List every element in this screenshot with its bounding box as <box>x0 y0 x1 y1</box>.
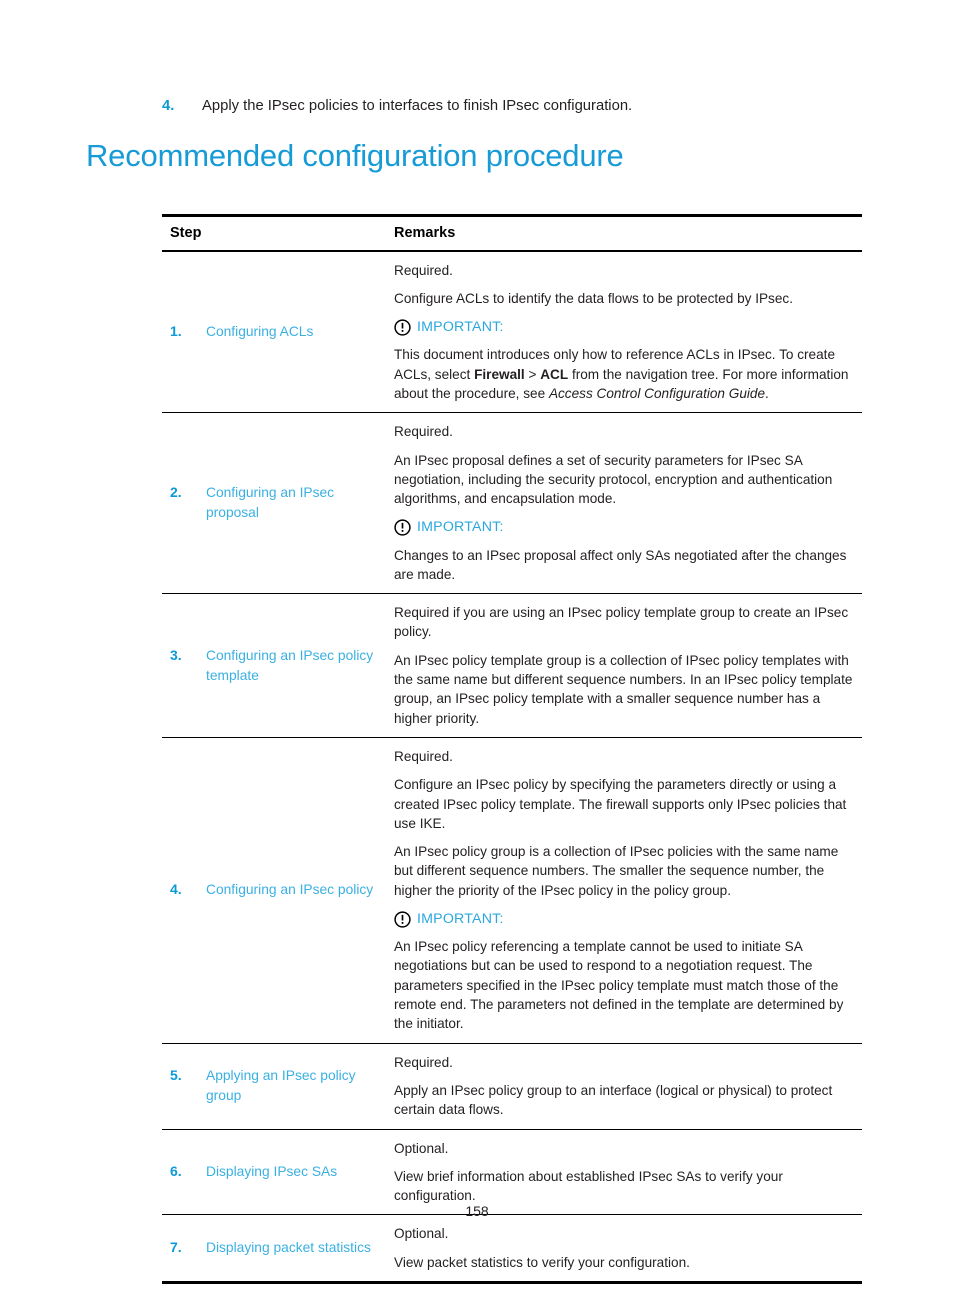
remarks-cell: Optional. View packet statistics to verif… <box>380 1215 862 1281</box>
step-cell-inner: 7. Displaying packet statistics <box>170 1238 380 1258</box>
table-row: 1. Configuring ACLs Required. Configure ACL… <box>162 250 862 414</box>
step-cell-inner: 3. Configuring an IPsec policy template <box>170 646 380 686</box>
text-run: . <box>765 385 769 401</box>
step-number: 2. <box>170 484 182 501</box>
text-run: > <box>524 366 541 382</box>
procedure-table: Step Remarks 1. Configuring ACLs Required.… <box>162 217 862 1281</box>
step-number: 6. <box>170 1162 182 1179</box>
step-number: 4. <box>170 881 182 898</box>
remarks-cell: Required. Configure ACLs to identify the … <box>380 250 862 414</box>
step-cell: 4. Configuring an IPsec policy <box>162 737 380 1044</box>
remarks-paragraph: View packet statistics to verify your co… <box>394 1254 690 1270</box>
exclamation-circle-icon <box>394 319 411 336</box>
important-note: IMPORTANT: <box>394 517 856 537</box>
step-link[interactable]: Applying an IPsec policy group <box>206 1066 380 1106</box>
important-label: IMPORTANT: <box>417 519 504 536</box>
step-number: 7. <box>170 1239 182 1256</box>
important-note: IMPORTANT: <box>394 909 856 929</box>
italic-title: Access Control Configuration Guide <box>548 385 766 401</box>
remarks-paragraph: Required if you are using an IPsec polic… <box>394 605 849 640</box>
step-cell-inner: 2. Configuring an IPsec proposal <box>170 483 380 523</box>
step-link[interactable]: Displaying IPsec SAs <box>206 1162 337 1182</box>
table-row: 7. Displaying packet statistics Optional. V… <box>162 1215 862 1281</box>
column-header-step: Step <box>162 217 380 252</box>
step-number: 3. <box>170 646 182 663</box>
important-label: IMPORTANT: <box>417 319 504 336</box>
step-cell: 2. Configuring an IPsec proposal <box>162 412 380 595</box>
step-link[interactable]: Displaying packet statistics <box>206 1238 371 1258</box>
step-cell: 3. Configuring an IPsec policy template <box>162 593 380 738</box>
table-body: 1. Configuring ACLs Required. Configure ACL… <box>162 250 862 1281</box>
remarks-paragraph: Required. <box>394 424 453 440</box>
step-number: 5. <box>170 1067 182 1084</box>
bold-term: ACL <box>540 366 569 382</box>
step-text: Apply the IPsec policies to interfaces t… <box>202 98 633 114</box>
remarks-paragraph: Required. <box>394 262 453 278</box>
remarks-paragraph: This document introduces only how to ref… <box>394 345 856 403</box>
remarks-paragraph: An IPsec policy template group is a coll… <box>394 652 853 726</box>
step-link[interactable]: Configuring an IPsec policy <box>206 880 373 900</box>
step-cell: 5. Applying an IPsec policy group <box>162 1043 380 1130</box>
column-header-remarks: Remarks <box>380 217 862 252</box>
remarks-paragraph: Changes to an IPsec proposal affect only… <box>394 547 847 582</box>
table-row: 4. Configuring an IPsec policy Required. Co… <box>162 737 862 1044</box>
step-cell-inner: 1. Configuring ACLs <box>170 322 380 342</box>
remarks-paragraph: Optional. <box>394 1140 449 1156</box>
remarks-paragraph: View brief information about established… <box>394 1168 783 1204</box>
step-cell-inner: 6. Displaying IPsec SAs <box>170 1162 380 1182</box>
table-row: 3. Configuring an IPsec policy template Re… <box>162 593 862 738</box>
table-bottom-rule <box>162 1281 862 1285</box>
remarks-paragraph: Configure ACLs to identify the data flow… <box>394 290 793 306</box>
step-cell: 7. Displaying packet statistics <box>162 1215 380 1281</box>
step-link[interactable]: Configuring ACLs <box>206 322 313 342</box>
table-header: Step Remarks <box>162 217 862 252</box>
step-number: 4. <box>162 98 175 114</box>
important-note: IMPORTANT: <box>394 317 856 337</box>
step-link[interactable]: Configuring an IPsec proposal <box>206 483 380 523</box>
numbered-step-item: 4. Apply the IPsec policies to interface… <box>162 96 862 117</box>
remarks-paragraph: Required. <box>394 1054 453 1070</box>
table-row: 5. Applying an IPsec policy group Required… <box>162 1043 862 1130</box>
remarks-paragraph: Configure an IPsec policy by specifying … <box>394 777 847 831</box>
page-title: Recommended configuration procedure <box>86 138 624 173</box>
document-page: 4. Apply the IPsec policies to interface… <box>0 0 954 1296</box>
table-row: 2. Configuring an IPsec proposal Required.… <box>162 412 862 595</box>
important-label: IMPORTANT: <box>417 911 504 928</box>
remarks-paragraph: Required. <box>394 748 453 764</box>
remarks-paragraph: Optional. <box>394 1226 449 1242</box>
table-header-row: Step Remarks <box>162 217 862 252</box>
exclamation-circle-icon <box>394 910 411 928</box>
remarks-paragraph: An IPsec policy group is a collection of… <box>394 844 839 898</box>
procedure-table-wrapper: Step Remarks 1. Configuring ACLs Required.… <box>162 214 862 1285</box>
step-cell: 1. Configuring ACLs <box>162 250 380 414</box>
step-link[interactable]: Configuring an IPsec policy template <box>206 646 380 686</box>
remarks-cell: Required. Configure an IPsec policy by sp… <box>380 737 862 1044</box>
remarks-paragraph: An IPsec proposal defines a set of secur… <box>394 452 833 507</box>
remarks-paragraph: An IPsec policy referencing a template c… <box>394 939 844 1032</box>
step-cell-inner: 4. Configuring an IPsec policy <box>170 880 380 900</box>
remarks-cell: Required. An IPsec proposal defines a set… <box>380 412 862 595</box>
remarks-cell: Required. Apply an IPsec policy group to … <box>380 1043 862 1130</box>
step-cell-inner: 5. Applying an IPsec policy group <box>170 1066 380 1106</box>
step-number: 1. <box>170 322 182 339</box>
remarks-cell: Required if you are using an IPsec polic… <box>380 593 862 738</box>
bold-term: Firewall <box>474 366 525 382</box>
exclamation-circle-icon <box>394 519 411 536</box>
page-number: 158 <box>465 1203 489 1219</box>
remarks-paragraph: Apply an IPsec policy group to an interf… <box>394 1082 833 1118</box>
